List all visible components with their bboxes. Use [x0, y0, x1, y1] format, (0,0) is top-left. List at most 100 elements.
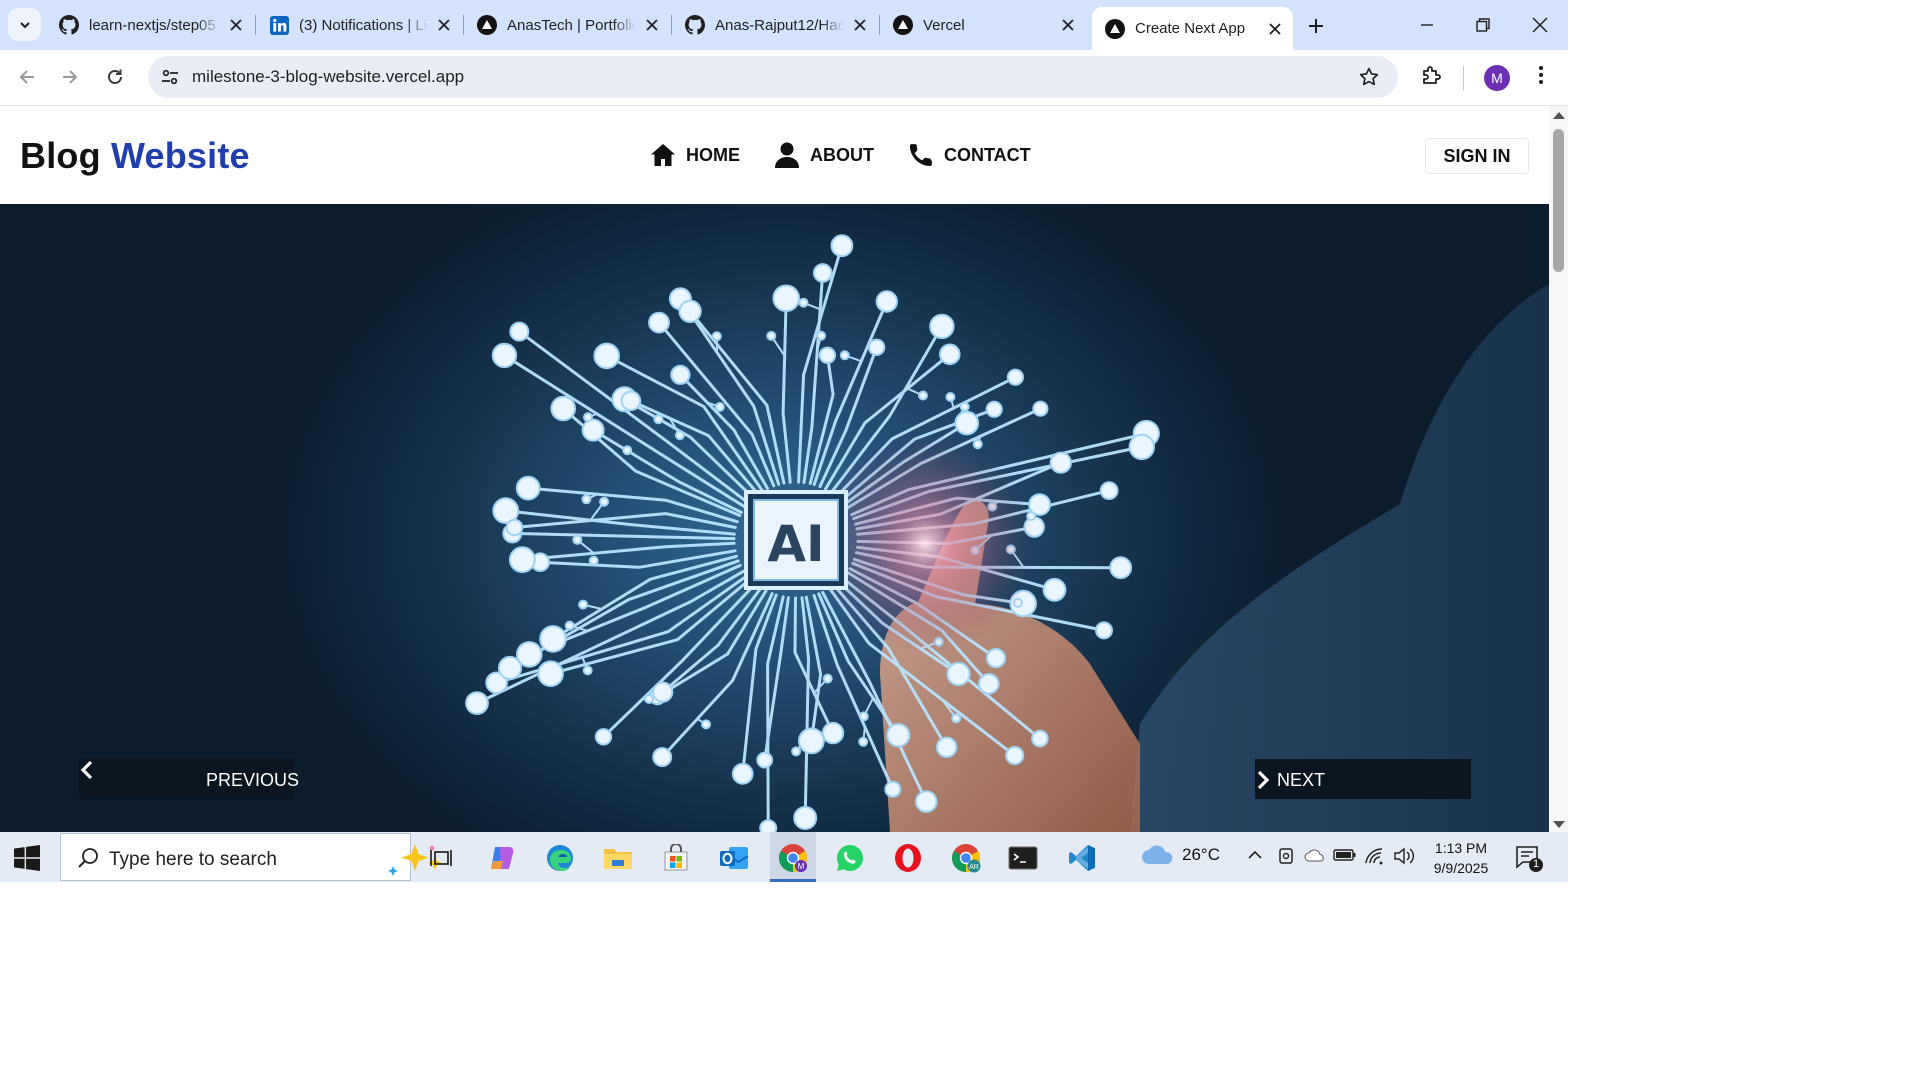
restore-button[interactable] — [1468, 10, 1498, 40]
tab-search-button[interactable] — [8, 8, 41, 41]
copilot-button[interactable] — [486, 842, 518, 874]
circuit-node — [830, 234, 854, 258]
scroll-up-arrow[interactable] — [1553, 112, 1565, 119]
device-icon — [1279, 848, 1293, 864]
chrome-menu-button[interactable] — [1530, 63, 1552, 92]
circuit-node — [537, 660, 564, 688]
circuit-node — [1099, 481, 1119, 501]
extensions-button[interactable] — [1420, 63, 1444, 92]
nav-contact[interactable]: CONTACT — [908, 142, 1031, 168]
minimize-button[interactable] — [1412, 10, 1442, 40]
tab-vercel[interactable]: Vercel — [880, 8, 1086, 42]
tab-anas-rajput-github[interactable]: Anas-Rajput12/Hackathon — [672, 8, 878, 42]
task-view-button[interactable] — [425, 842, 457, 874]
taskbar-search-box[interactable]: Type here to search — [60, 833, 442, 881]
circuit-node — [1042, 577, 1067, 602]
tab-linkedin[interactable]: (3) Notifications | LinkedIn — [256, 8, 462, 42]
meet-now-tray[interactable] — [1277, 847, 1295, 870]
circuit-node — [945, 392, 956, 402]
circuit-node — [572, 534, 583, 545]
chrome-icon: M — [779, 844, 807, 872]
forward-button[interactable] — [55, 62, 85, 92]
close-icon[interactable] — [1060, 17, 1076, 33]
close-icon[interactable] — [852, 17, 868, 33]
speaker-icon — [1394, 847, 1414, 865]
notification-count: 1 — [1532, 858, 1540, 870]
tab-title: AnasTech | Portfolio — [507, 16, 636, 34]
circuit-node — [731, 762, 754, 785]
windows-start-icon[interactable] — [14, 845, 40, 871]
browser-toolbar: milestone-3-blog-website.vercel.app — [0, 50, 1568, 106]
wifi-tray[interactable] — [1364, 847, 1386, 870]
circuit-node — [985, 648, 1007, 669]
site-settings-icon — [162, 69, 178, 85]
terminal-icon — [1008, 846, 1038, 870]
circuit-node — [539, 625, 567, 653]
close-icon[interactable] — [436, 17, 452, 33]
file-explorer-button[interactable] — [602, 842, 634, 874]
whatsapp-icon — [837, 845, 864, 871]
bookmark-star-icon[interactable] — [1358, 66, 1380, 88]
tab-create-next-app[interactable]: Create Next App — [1092, 7, 1293, 50]
close-window-button[interactable] — [1525, 10, 1555, 40]
circuit-node — [798, 727, 825, 755]
carousel-next-button[interactable]: NEXT — [1255, 759, 1471, 799]
tab-learn-nextjs[interactable]: learn-nextjs/step05 — [46, 8, 254, 42]
microsoft-store-button[interactable] — [660, 842, 692, 874]
close-icon[interactable] — [228, 17, 244, 33]
taskbar-clock[interactable]: 1:13 PM 9/9/2025 — [1418, 838, 1504, 878]
minimize-icon — [1421, 24, 1433, 26]
page-scrollbar[interactable] — [1549, 106, 1568, 832]
tab-title: Create Next App — [1135, 20, 1246, 37]
address-bar[interactable]: milestone-3-blog-website.vercel.app — [148, 56, 1398, 98]
chrome-taskbar-button[interactable]: M — [777, 842, 809, 874]
volume-tray[interactable] — [1393, 847, 1415, 870]
onedrive-tray[interactable] — [1304, 847, 1326, 868]
profile-avatar[interactable]: M — [1484, 65, 1510, 91]
arrow-right-icon — [63, 70, 78, 84]
nav-about-label: ABOUT — [810, 144, 874, 165]
reload-button[interactable] — [100, 62, 130, 92]
page-viewport: Blog Website HOME ABOUT CONTACT SIGN IN … — [0, 106, 1549, 832]
circuit-node — [759, 819, 778, 832]
edge-button[interactable] — [544, 842, 576, 874]
whatsapp-button[interactable] — [834, 842, 866, 874]
close-icon[interactable] — [1267, 21, 1283, 37]
site-logo[interactable]: Blog Website — [20, 135, 250, 177]
notification-center-button[interactable]: 1 — [1514, 844, 1544, 872]
show-hidden-icons[interactable] — [1247, 847, 1263, 868]
close-icon[interactable] — [644, 17, 660, 33]
hero-image: AI — [260, 204, 1549, 832]
back-button[interactable] — [12, 62, 42, 92]
circuit-node — [711, 331, 722, 342]
chrome-ar-button[interactable]: AR — [950, 842, 982, 874]
task-view-icon — [430, 850, 452, 866]
circuit-node — [505, 518, 524, 537]
tab-anastech-portfolio[interactable]: AnasTech | Portfolio — [464, 8, 670, 42]
carousel-previous-button[interactable]: PREVIOUS — [79, 759, 299, 799]
github-icon — [685, 15, 705, 35]
battery-tray[interactable] — [1333, 847, 1357, 868]
outlook-button[interactable] — [718, 842, 750, 874]
copilot-icon — [491, 847, 514, 869]
weather-widget[interactable]: 26°C — [1140, 844, 1220, 866]
brand-accent-text: Website — [110, 135, 250, 176]
vscode-button[interactable] — [1066, 842, 1098, 874]
terminal-button[interactable] — [1007, 842, 1039, 874]
chevron-up-icon — [1248, 850, 1262, 859]
scrollbar-thumb[interactable] — [1553, 129, 1564, 272]
circuit-node — [594, 728, 613, 746]
nav-home[interactable]: HOME — [650, 142, 740, 168]
scroll-down-arrow[interactable] — [1553, 821, 1565, 828]
circuit-node — [581, 494, 592, 505]
circuit-node — [1128, 433, 1156, 461]
home-icon — [650, 142, 676, 168]
new-tab-button[interactable] — [1302, 12, 1330, 40]
circuit-node — [816, 330, 827, 341]
nav-about[interactable]: ABOUT — [774, 142, 874, 168]
opera-button[interactable] — [892, 842, 924, 874]
outlook-icon — [720, 847, 749, 869]
sign-in-button[interactable]: SIGN IN — [1425, 138, 1529, 174]
circuit-node — [791, 746, 802, 757]
vercel-icon — [1105, 18, 1125, 39]
